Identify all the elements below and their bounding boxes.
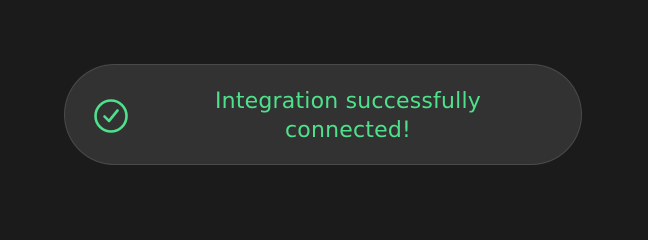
toast-message: Integration successfully connected! <box>214 89 481 143</box>
success-toast: Integration successfully connected! <box>64 64 582 165</box>
check-circle-icon <box>93 98 129 134</box>
